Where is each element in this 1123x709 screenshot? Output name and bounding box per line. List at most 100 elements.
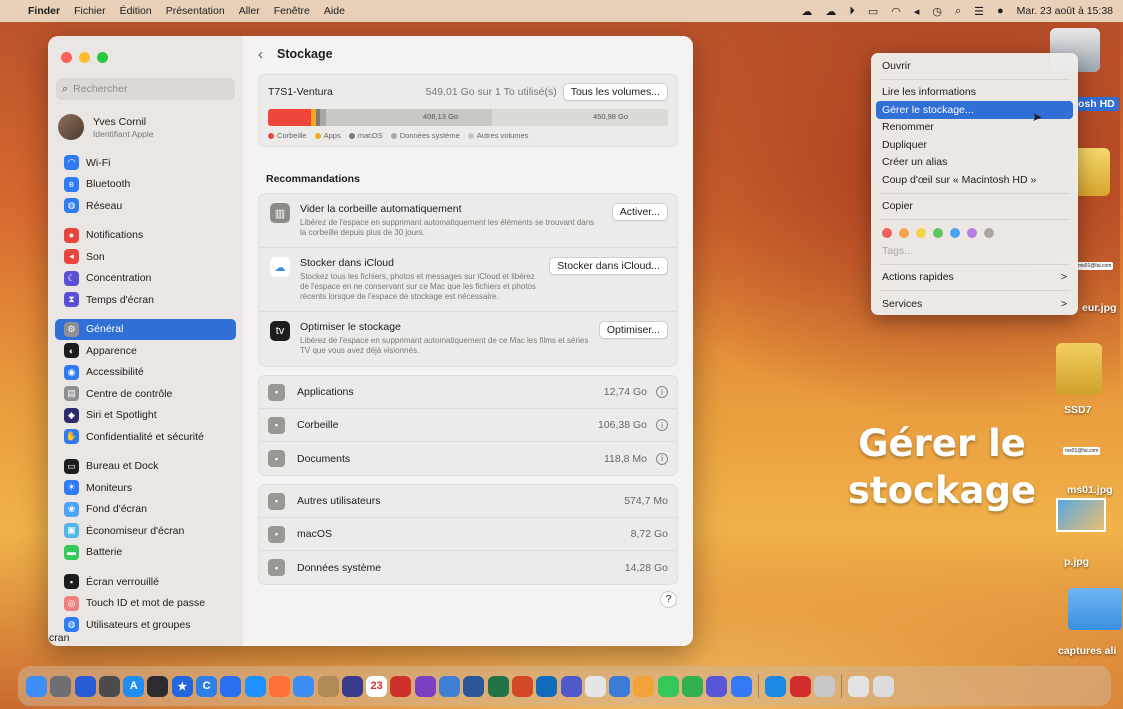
sidebar-item[interactable]: ☾ Concentration [55, 268, 236, 290]
sidebar-item[interactable]: ✋ Confidentialité et sécurité [55, 426, 236, 448]
cloud-icon[interactable]: ☁ [825, 5, 836, 18]
context-menu-item[interactable]: Coup d'œil sur « Macintosh HD » [876, 171, 1073, 189]
sidebar-item[interactable]: ⧗ Temps d'écran [55, 289, 236, 311]
dock-contacts-icon[interactable] [317, 675, 339, 697]
dock-acrobat-icon[interactable] [789, 675, 811, 697]
dock-browser-2-icon[interactable] [220, 675, 242, 697]
context-menu-submenu-item[interactable]: Actions rapides > [876, 269, 1073, 287]
jpg-label-2[interactable]: ms01.jpg [1067, 484, 1113, 496]
recommendation-button[interactable]: Stocker dans iCloud... [549, 257, 668, 275]
dock-calendar-icon[interactable]: 23 [366, 675, 388, 697]
folder-label[interactable]: captures ali [1058, 645, 1116, 657]
external-drive-icon[interactable] [1074, 148, 1110, 196]
sidebar-item[interactable]: ʙ Bluetooth [55, 174, 236, 196]
dock-launchpad-icon[interactable] [50, 675, 72, 697]
dock-browser-c-icon[interactable]: C [196, 675, 218, 697]
dock-app-store-icon[interactable]: A [123, 675, 145, 697]
dock-trash-icon[interactable] [872, 675, 894, 697]
storage-category-row[interactable]: ▪ macOS 8,72 Go [259, 518, 677, 551]
dock-facetime-icon[interactable] [682, 675, 704, 697]
sidebar-item[interactable]: ◉ Accessibilité [55, 362, 236, 384]
tag-color-dot[interactable] [899, 228, 909, 238]
menu-aller[interactable]: Aller [239, 5, 260, 17]
all-volumes-button[interactable]: Tous les volumes... [562, 83, 668, 101]
dock-speedometer-icon[interactable] [147, 675, 169, 697]
macintosh-hd-label[interactable]: osh HD [1074, 97, 1119, 111]
dock-firefox-icon[interactable] [268, 675, 290, 697]
menu-fenetre[interactable]: Fenêtre [274, 5, 310, 17]
dock-finder-icon[interactable] [26, 675, 47, 697]
battery-icon[interactable]: ▭ [868, 5, 878, 18]
dock-app-purple-icon[interactable] [706, 675, 728, 697]
volume-icon[interactable]: ◂ [914, 5, 920, 18]
account-row[interactable]: Yves Cornil Identifiant Apple [58, 110, 243, 144]
recommendation-button[interactable]: Optimiser... [598, 321, 668, 339]
jpg-label-3[interactable]: p.jpg [1064, 556, 1089, 568]
tag-color-dot[interactable] [950, 228, 960, 238]
context-menu-item[interactable]: Gérer le stockage... [876, 101, 1073, 119]
sidebar-item[interactable]: ◍ Réseau [55, 195, 236, 217]
folder-icon[interactable] [1068, 588, 1122, 630]
sidebar-item[interactable]: ❀ Fond d'écran [55, 499, 236, 521]
time-machine-icon[interactable]: ◷ [932, 5, 942, 18]
info-icon[interactable]: i [656, 386, 668, 398]
tag-color-dot[interactable] [916, 228, 926, 238]
tag-color-dot[interactable] [882, 228, 892, 238]
sidebar-item[interactable]: ▣ Économiseur d'écran [55, 520, 236, 542]
dock-app-red-icon[interactable] [390, 675, 412, 697]
dock-pen-app-icon[interactable] [584, 675, 606, 697]
sidebar-item[interactable]: ◐ Apparence [55, 340, 236, 362]
dock-preview-icon[interactable] [439, 675, 461, 697]
context-menu-item[interactable]: Ouvrir [876, 57, 1073, 75]
dock-outlook-icon[interactable] [536, 675, 558, 697]
menu-presentation[interactable]: Présentation [166, 5, 225, 17]
storage-category-row[interactable]: ▪ Autres utilisateurs 574,7 Mo [259, 485, 677, 518]
close-button[interactable] [61, 52, 72, 63]
dock-screen-app-icon[interactable] [609, 675, 631, 697]
storage-category-row[interactable]: ▪ Corbeille 106,38 Go i [259, 409, 677, 442]
dock-app-image-icon[interactable] [848, 675, 870, 697]
sidebar-item[interactable]: ▬ Batterie [55, 542, 236, 564]
dock-safari-gray-icon[interactable] [98, 675, 120, 697]
dock-powerpoint-icon[interactable] [511, 675, 533, 697]
minimize-button[interactable] [79, 52, 90, 63]
siri-icon[interactable]: ● [997, 5, 1004, 17]
dock-photos-icon[interactable] [633, 675, 655, 697]
ssd7-drive-icon[interactable] [1056, 343, 1102, 395]
sidebar-item[interactable]: ◆ Siri et Spotlight [55, 405, 236, 427]
info-icon[interactable]: i [656, 419, 668, 431]
dock-safari-icon[interactable] [244, 675, 266, 697]
dock-excel-icon[interactable] [487, 675, 509, 697]
signal-icon[interactable]: ⏵ [849, 5, 855, 18]
zoom-button[interactable] [97, 52, 108, 63]
context-menu-item[interactable]: Renommer [876, 119, 1073, 137]
sidebar-item[interactable]: ◍ Utilisateurs et groupes [55, 614, 236, 636]
back-chevron-icon[interactable]: ‹ [258, 46, 263, 63]
recommendation-button[interactable]: Activer... [611, 203, 668, 221]
context-menu-item[interactable]: Lire les informations [876, 84, 1073, 102]
menu-aide[interactable]: Aide [324, 5, 345, 17]
dock-star-app-icon[interactable]: ★ [171, 675, 193, 697]
context-menu-item[interactable]: Copier [876, 198, 1073, 216]
sidebar-item[interactable]: ◎ Touch ID et mot de passe [55, 593, 236, 615]
dock-app-blue-icon[interactable] [730, 675, 752, 697]
context-menu-item[interactable]: Créer un alias [876, 154, 1073, 172]
dock-app-cloud-icon[interactable] [765, 675, 787, 697]
tags-item[interactable]: Tags... [876, 242, 1073, 260]
help-button[interactable]: ? [660, 591, 677, 608]
sidebar-item[interactable]: ⚙ Général [55, 318, 236, 340]
tag-color-dot[interactable] [984, 228, 994, 238]
menu-edition[interactable]: Édition [120, 5, 152, 17]
context-menu-submenu-item[interactable]: Services > [876, 295, 1073, 313]
dock-word-icon[interactable] [463, 675, 485, 697]
dock-app-shadow-icon[interactable] [813, 675, 835, 697]
control-center-icon[interactable]: ☰ [974, 5, 984, 18]
search-field[interactable]: ⌕ Rechercher [56, 78, 235, 100]
menu-finder[interactable]: Finder [28, 5, 60, 17]
dock-app-dark-icon[interactable] [341, 675, 363, 697]
image-thumbnail-icon[interactable] [1056, 498, 1106, 532]
jpg-label-1[interactable]: eur.jpg [1082, 302, 1116, 314]
creative-cloud-icon[interactable]: ☁ [801, 5, 812, 18]
menu-fichier[interactable]: Fichier [74, 5, 106, 17]
sidebar-item[interactable]: ● Notifications [55, 225, 236, 247]
